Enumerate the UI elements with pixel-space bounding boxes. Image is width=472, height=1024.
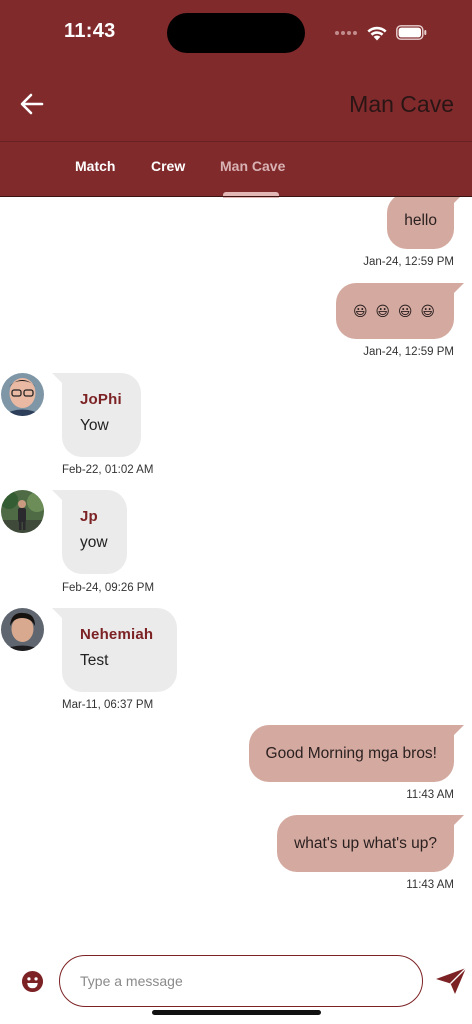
tab-man-cave[interactable]: Man Cave xyxy=(220,158,285,174)
avatar-photo-nehemiah xyxy=(1,608,44,651)
message-text: Good Morning mga bros! xyxy=(265,744,437,762)
message-composer xyxy=(0,937,472,1024)
avatar-photo-jophi xyxy=(1,373,44,416)
tab-crew[interactable]: Crew xyxy=(151,158,185,174)
sender-name: Nehemiah xyxy=(80,626,154,643)
message-list[interactable]: hello Jan-24, 12:59 PM 😃 😃 😃 😃 Jan-24, 1… xyxy=(0,197,472,937)
wifi-icon xyxy=(367,26,387,41)
message-timestamp: Jan-24, 12:59 PM xyxy=(363,256,454,268)
avatar[interactable] xyxy=(1,490,44,533)
message-timestamp: Feb-24, 09:26 PM xyxy=(62,582,155,594)
battery-icon xyxy=(396,25,427,40)
emoji-icon[interactable] xyxy=(21,970,44,993)
app-bar: 11:43 Man Cave Match Crew Man Cave xyxy=(0,0,472,198)
incoming-message-bubble[interactable]: Nehemiah Test xyxy=(52,608,177,692)
avatar[interactable] xyxy=(1,608,44,651)
outgoing-message-bubble[interactable]: what's up what's up? xyxy=(277,815,464,872)
avatar-photo-jp xyxy=(1,490,44,533)
incoming-message-bubble[interactable]: JoPhi Yow xyxy=(52,373,141,457)
outgoing-message-bubble[interactable]: Good Morning mga bros! xyxy=(248,725,465,782)
outgoing-message-bubble[interactable]: hello xyxy=(387,197,464,249)
message-text: 😃 😃 😃 😃 xyxy=(352,302,437,319)
message-input[interactable] xyxy=(59,955,423,1007)
sender-name: JoPhi xyxy=(80,391,122,408)
status-time: 11:43 xyxy=(64,20,116,42)
message-timestamp: 11:43 AM xyxy=(406,789,454,801)
message-text: yow xyxy=(80,534,108,551)
avatar[interactable] xyxy=(1,373,44,416)
message-timestamp: 11:43 AM xyxy=(406,879,454,891)
incoming-message-bubble[interactable]: Jp yow xyxy=(52,490,127,574)
message-timestamp: Mar-11, 06:37 PM xyxy=(62,699,154,711)
message-text: Yow xyxy=(80,417,109,434)
outgoing-message-bubble[interactable]: 😃 😃 😃 😃 xyxy=(335,283,465,339)
tab-match[interactable]: Match xyxy=(75,158,115,174)
message-text: hello xyxy=(404,212,437,229)
message-timestamp: Feb-22, 01:02 AM xyxy=(62,464,154,476)
sender-name: Jp xyxy=(80,508,98,525)
message-timestamp: Jan-24, 12:59 PM xyxy=(363,346,454,358)
home-indicator xyxy=(152,1010,321,1015)
page-title: Man Cave xyxy=(349,91,454,117)
dynamic-island xyxy=(167,13,305,53)
message-text: Test xyxy=(80,652,109,669)
send-icon[interactable] xyxy=(435,967,467,995)
message-text: what's up what's up? xyxy=(294,834,437,852)
arrow-left-icon[interactable] xyxy=(18,90,46,118)
tab-bar: Match Crew Man Cave xyxy=(0,142,472,198)
cellular-signal-icon xyxy=(335,31,357,35)
